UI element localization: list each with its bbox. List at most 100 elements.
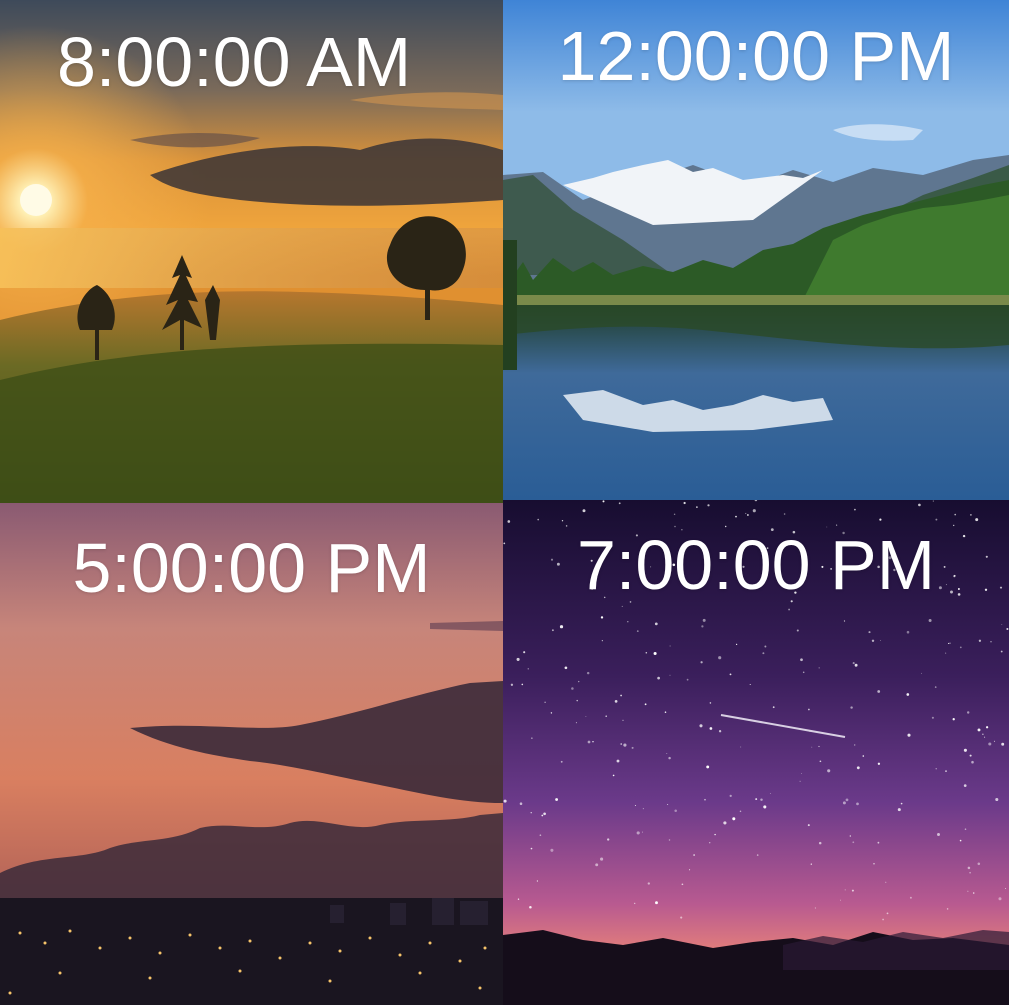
star: [978, 639, 982, 642]
star: [918, 503, 921, 507]
star: [550, 712, 553, 714]
star: [967, 890, 969, 892]
star: [745, 512, 747, 515]
star: [845, 798, 849, 802]
star: [935, 768, 937, 770]
star: [954, 513, 957, 516]
star: [900, 802, 903, 805]
star: [550, 848, 554, 852]
star: [530, 847, 533, 850]
star: [696, 506, 698, 508]
star: [669, 645, 671, 647]
star: [686, 678, 689, 681]
star: [709, 702, 712, 704]
star: [702, 618, 706, 622]
star: [634, 902, 636, 905]
star: [877, 762, 881, 765]
star: [1000, 650, 1003, 653]
star: [788, 608, 791, 611]
star: [622, 719, 624, 721]
star: [764, 645, 767, 648]
star: [810, 863, 812, 865]
star: [984, 736, 986, 738]
star: [907, 733, 911, 737]
star: [928, 619, 932, 622]
star: [667, 803, 669, 806]
star: [856, 766, 860, 770]
star: [674, 809, 677, 812]
star: [849, 835, 851, 837]
star: [732, 817, 736, 821]
star: [995, 797, 999, 802]
star: [536, 880, 539, 882]
sunrise-panel: 8:00:00 AM: [0, 0, 503, 503]
star: [668, 839, 671, 841]
star: [818, 841, 822, 845]
star: [673, 513, 676, 516]
star: [993, 740, 996, 742]
star: [877, 690, 881, 693]
star: [844, 889, 846, 891]
star: [763, 805, 767, 809]
star: [975, 518, 979, 522]
star: [647, 882, 650, 885]
star: [620, 743, 622, 745]
star: [796, 629, 799, 632]
star: [714, 833, 716, 836]
star: [851, 889, 854, 892]
star: [601, 640, 603, 642]
star: [693, 854, 695, 856]
star: [571, 687, 574, 690]
star: [735, 515, 737, 518]
star: [507, 520, 511, 523]
star: [769, 793, 771, 794]
star: [539, 834, 542, 837]
star: [959, 646, 962, 649]
star: [523, 651, 526, 654]
star: [683, 501, 686, 505]
star: [972, 892, 975, 894]
star: [642, 808, 644, 810]
star: [653, 651, 657, 656]
star: [921, 672, 922, 674]
star: [977, 728, 981, 732]
star: [897, 808, 901, 812]
star: [544, 701, 546, 703]
time-label-evening: 7:00:00 PM: [577, 526, 935, 604]
star: [517, 898, 520, 900]
star: [945, 652, 947, 654]
star: [873, 863, 875, 865]
time-label-afternoon: 5:00:00 PM: [72, 529, 431, 607]
star: [529, 905, 532, 909]
star: [886, 912, 889, 915]
star: [959, 839, 962, 842]
star: [740, 746, 742, 748]
star: [627, 620, 629, 623]
star: [620, 694, 622, 697]
star: [854, 663, 858, 667]
star: [749, 683, 751, 686]
star: [963, 748, 967, 752]
star: [592, 741, 594, 743]
star: [852, 841, 855, 844]
star: [854, 508, 856, 511]
star: [600, 616, 604, 619]
star: [537, 518, 539, 521]
star: [982, 733, 984, 735]
star: [818, 745, 820, 748]
star: [510, 683, 514, 686]
star: [932, 500, 934, 502]
star: [985, 726, 989, 729]
star: [634, 805, 636, 806]
star: [752, 509, 756, 513]
star: [700, 661, 703, 664]
star: [1005, 888, 1006, 890]
star: [735, 643, 738, 646]
star: [595, 863, 599, 867]
star: [969, 754, 972, 757]
star: [808, 708, 810, 711]
star: [519, 802, 523, 805]
star: [669, 674, 671, 676]
star: [800, 658, 803, 662]
star: [644, 703, 647, 706]
